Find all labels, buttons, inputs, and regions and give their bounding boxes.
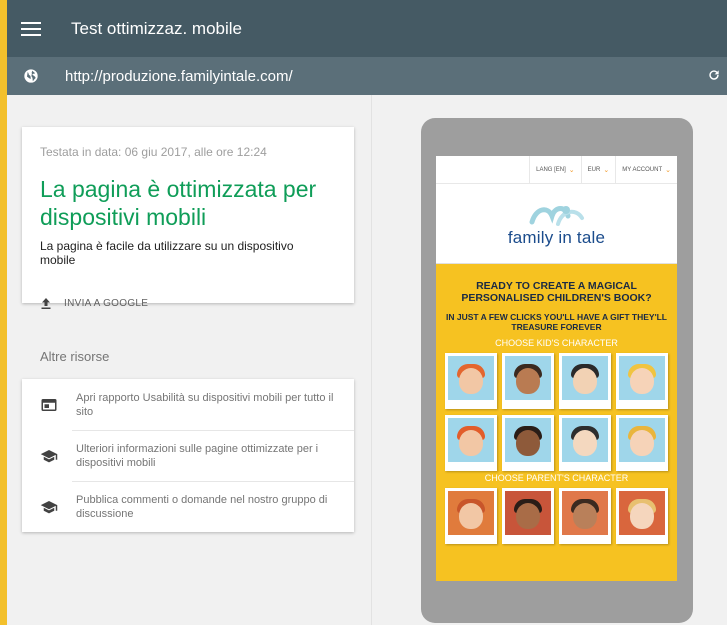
result-subtitle: La pagina è facile da utilizzare su un d… (40, 239, 294, 267)
chevron-down-icon: ⌄ (603, 166, 610, 174)
resource-item-learn-more[interactable]: Ulteriori informazioni sulle pagine otti… (22, 430, 354, 481)
school-icon (40, 500, 58, 513)
kid-character-tile[interactable] (616, 415, 668, 471)
parent-character-tile[interactable] (502, 488, 554, 544)
lang-label: LANG [EN] (536, 166, 566, 173)
phone-screen[interactable]: LANG [EN] ⌄ EUR ⌄ MY ACCOUNT ⌄ family in… (436, 156, 677, 581)
preview-pane: LANG [EN] ⌄ EUR ⌄ MY ACCOUNT ⌄ family in… (371, 95, 727, 625)
site-logo[interactable]: family in tale (436, 184, 677, 264)
chevron-down-icon: ⌄ (665, 166, 671, 174)
account-menu[interactable]: MY ACCOUNT ⌄ (615, 156, 677, 184)
kid-character-tile[interactable] (445, 353, 497, 409)
result-card: Testata in data: 06 giu 2017, alle ore 1… (22, 127, 354, 309)
globe-icon (24, 69, 38, 83)
site-top-bar: LANG [EN] ⌄ EUR ⌄ MY ACCOUNT ⌄ (436, 156, 677, 184)
url-text[interactable]: http://produzione.familyintale.com/ (65, 68, 293, 85)
logo-mark-icon (529, 205, 584, 226)
url-bar: http://produzione.familyintale.com/ (7, 57, 727, 95)
resource-label: Ulteriori informazioni sulle pagine otti… (76, 442, 319, 469)
kids-section-label: CHOOSE KID'S CHARACTER (495, 338, 618, 348)
parents-character-grid (436, 488, 677, 544)
hero-subtitle: IN JUST A FEW CLICKS YOU'LL HAVE A GIFT … (446, 312, 667, 332)
resource-item-usability-report[interactable]: Apri rapporto Usabilità su dispositivi m… (22, 379, 354, 430)
hero-title: READY TO CREATE A MAGICAL PERSONALISED C… (461, 280, 652, 304)
top-bar: Test ottimizzaz. mobile (7, 0, 727, 57)
school-icon (40, 449, 58, 462)
app-frame: Test ottimizzaz. mobile http://produzion… (7, 0, 727, 625)
results-pane: Testata in data: 06 giu 2017, alle ore 1… (7, 95, 371, 625)
kid-character-tile[interactable] (559, 353, 611, 409)
resource-item-discussion-group[interactable]: Pubblica commenti o domande nel nostro g… (22, 481, 354, 532)
kid-character-tile[interactable] (445, 415, 497, 471)
resources-title: Altre risorse (40, 349, 110, 364)
phone-frame: LANG [EN] ⌄ EUR ⌄ MY ACCOUNT ⌄ family in… (421, 118, 693, 623)
send-to-google-button[interactable]: INVIA A GOOGLE (40, 297, 336, 310)
app-title: Test ottimizzaz. mobile (71, 18, 242, 38)
result-headline: La pagina è ottimizzata per dispositivi … (40, 176, 317, 230)
parents-section-label: CHOOSE PARENT'S CHARACTER (484, 473, 629, 483)
kid-character-tile[interactable] (559, 415, 611, 471)
menu-icon[interactable] (21, 21, 41, 36)
kid-character-tile[interactable] (502, 415, 554, 471)
account-label: MY ACCOUNT (622, 166, 663, 173)
send-to-google-label: INVIA A GOOGLE (64, 298, 149, 309)
lang-selector[interactable]: LANG [EN] ⌄ (529, 156, 581, 184)
site-hero: READY TO CREATE A MAGICAL PERSONALISED C… (436, 264, 677, 581)
web-icon (41, 398, 57, 411)
chevron-down-icon: ⌄ (568, 166, 575, 174)
parent-character-tile[interactable] (616, 488, 668, 544)
parent-character-tile[interactable] (559, 488, 611, 544)
kid-character-tile[interactable] (502, 353, 554, 409)
test-date: Testata in data: 06 giu 2017, alle ore 1… (40, 145, 267, 159)
upload-icon (41, 298, 51, 309)
kid-character-tile[interactable] (616, 353, 668, 409)
kids-character-grid (436, 353, 677, 471)
currency-selector[interactable]: EUR ⌄ (580, 156, 616, 184)
reload-icon[interactable] (707, 68, 721, 82)
resources-card: Apri rapporto Usabilità su dispositivi m… (22, 379, 354, 532)
resource-label: Pubblica commenti o domande nel nostro g… (76, 493, 328, 520)
resource-label: Apri rapporto Usabilità su dispositivi m… (76, 391, 334, 418)
currency-label: EUR (587, 166, 601, 173)
parent-character-tile[interactable] (445, 488, 497, 544)
logo-text: family in tale (507, 227, 606, 247)
